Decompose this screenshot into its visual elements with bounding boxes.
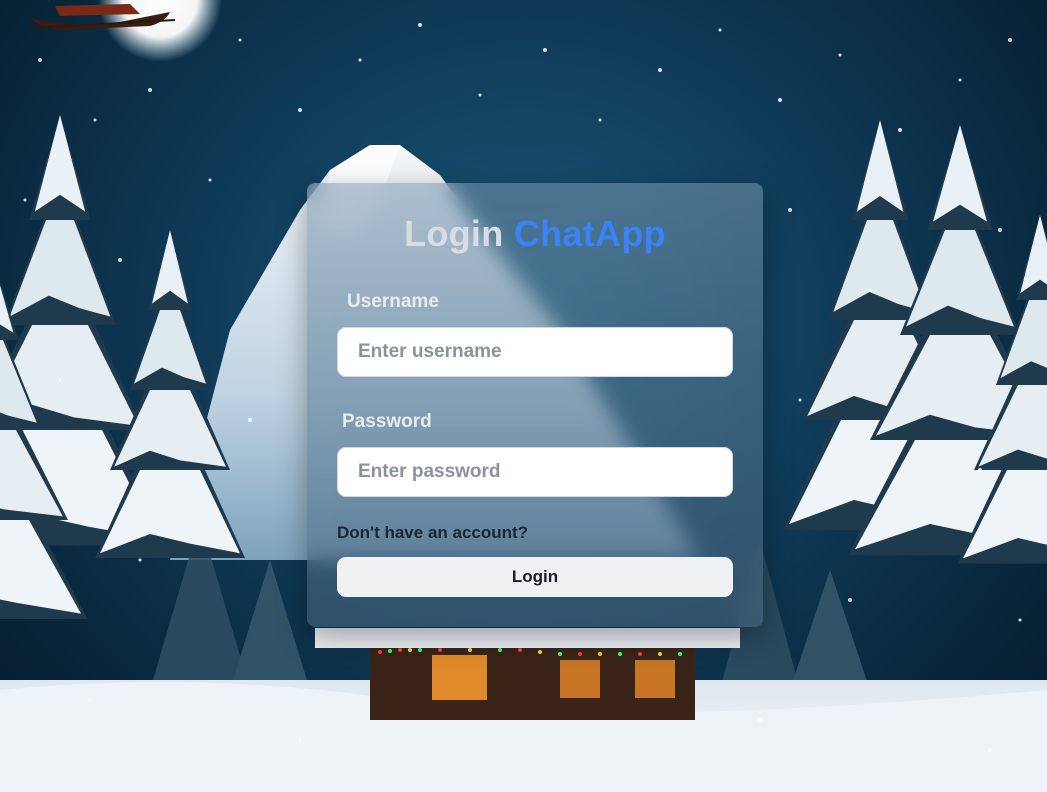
signup-link[interactable]: Don't have an account? (337, 523, 528, 543)
password-input[interactable] (337, 447, 733, 497)
username-input[interactable] (337, 327, 733, 377)
title-prefix: Login (404, 213, 504, 254)
right-pine-trees (782, 120, 1047, 564)
login-page: Login ChatApp Username Password Don't ha… (0, 0, 1047, 792)
login-card: Login ChatApp Username Password Don't ha… (307, 183, 763, 627)
username-label: Username (347, 291, 439, 312)
cabin-with-lights (315, 628, 740, 720)
password-label: Password (342, 411, 432, 432)
login-button[interactable]: Login (337, 557, 733, 597)
login-title: Login ChatApp (307, 213, 763, 255)
brand-name: ChatApp (513, 213, 666, 254)
left-pine-trees (0, 115, 245, 619)
